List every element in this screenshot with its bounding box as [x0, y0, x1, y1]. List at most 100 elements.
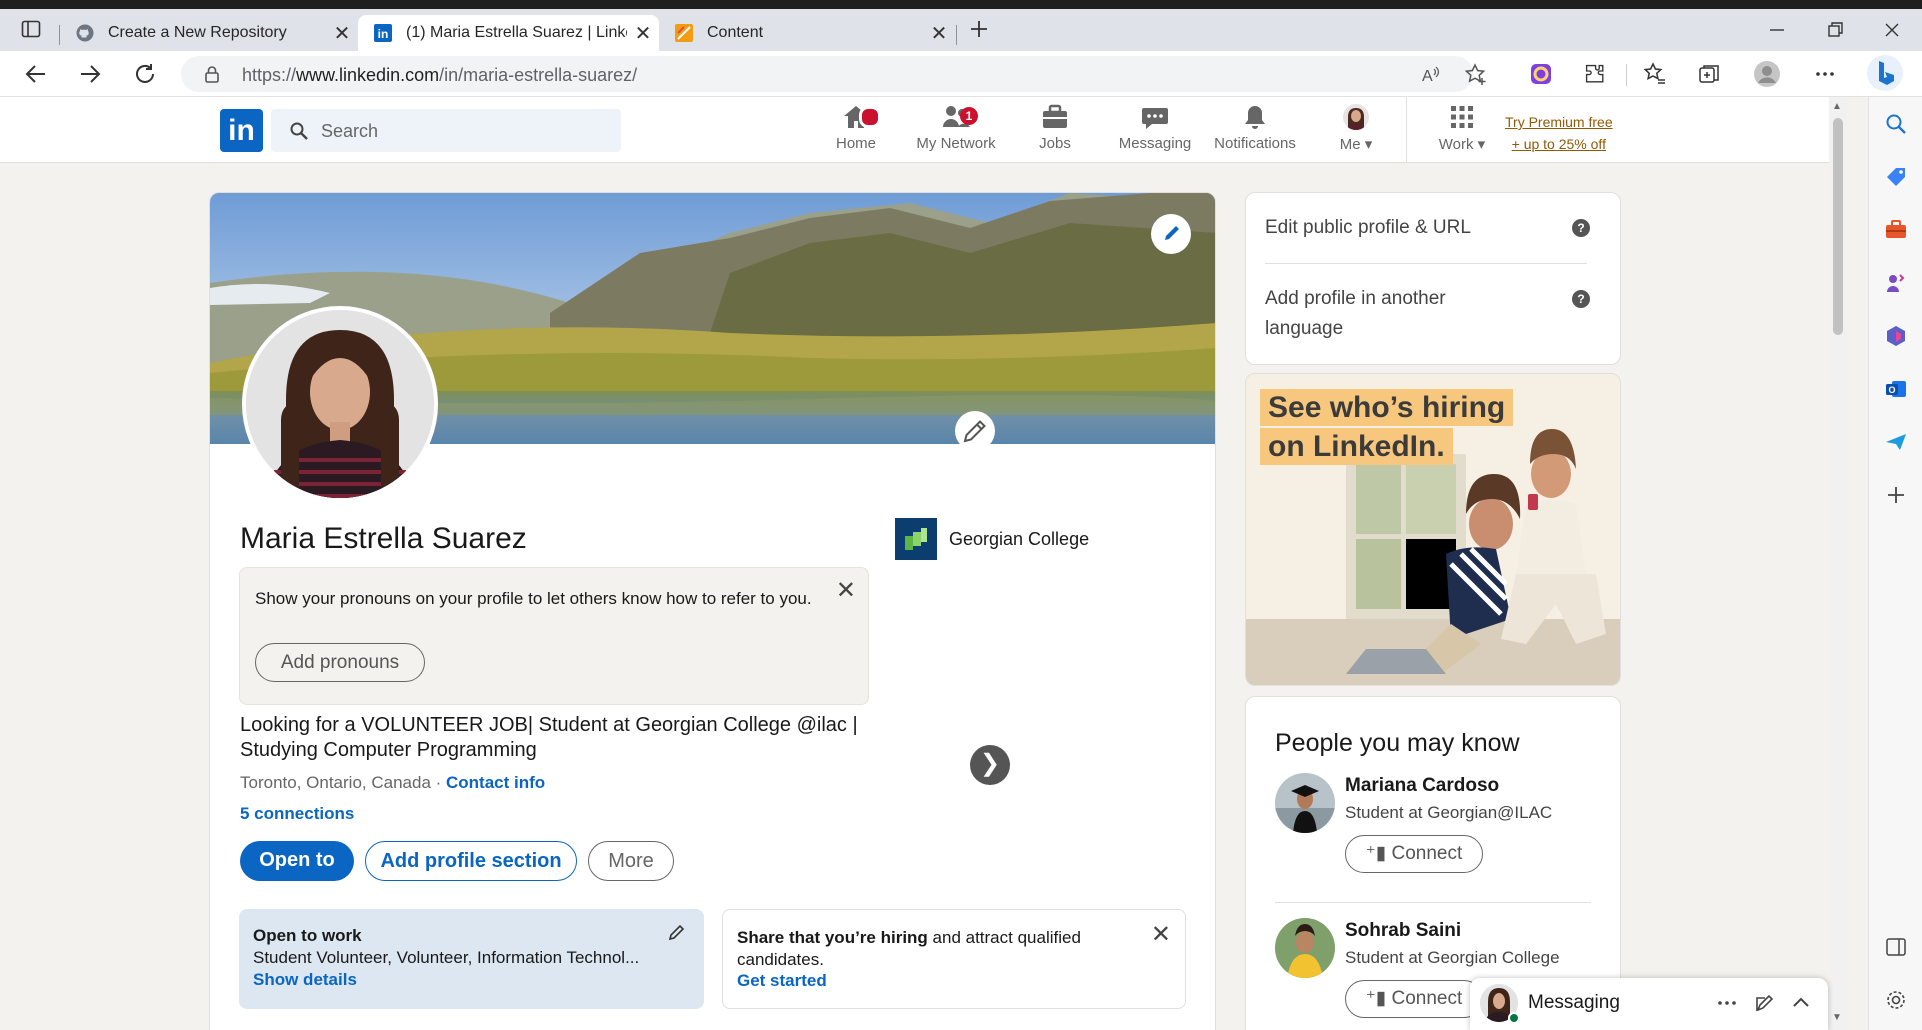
- send-icon[interactable]: [1884, 430, 1908, 454]
- add-person-icon: ⁺▮: [1365, 843, 1387, 864]
- chevron-up-icon[interactable]: [1790, 992, 1812, 1014]
- scroll-up-icon[interactable]: ▲: [1832, 101, 1842, 112]
- try-premium-link[interactable]: Try Premium free + up to 25% off: [1505, 111, 1613, 155]
- connect-label: Connect: [1391, 988, 1463, 1009]
- more-button[interactable]: More: [588, 841, 674, 881]
- nav-my-network[interactable]: 1 My Network: [910, 103, 1002, 163]
- search-icon[interactable]: [1884, 112, 1908, 136]
- nav-divider: [1406, 97, 1407, 163]
- nav-my-network-label: My Network: [916, 135, 996, 152]
- extensions-icon[interactable]: [1583, 62, 1607, 86]
- college-logo-icon: [895, 518, 937, 560]
- settings-icon[interactable]: [1884, 988, 1908, 1012]
- jobs-icon: [1043, 104, 1067, 128]
- help-icon[interactable]: ?: [1572, 219, 1590, 237]
- pencil-icon[interactable]: [666, 921, 688, 943]
- profile-settings-card: Edit public profile & URL ? Add profile …: [1245, 192, 1621, 365]
- dismiss-pronouns-icon[interactable]: ✕: [836, 576, 856, 605]
- profile-icon[interactable]: [1753, 60, 1781, 88]
- more-options-icon[interactable]: [1813, 62, 1837, 86]
- search-placeholder: Search: [321, 121, 379, 141]
- tab-actions-icon[interactable]: [21, 19, 41, 39]
- ad-banner[interactable]: See who’s hiring on LinkedIn.: [1245, 373, 1621, 686]
- open-to-button[interactable]: Open to: [240, 841, 354, 881]
- url-field[interactable]: https://www.linkedin.com/in/maria-estrel…: [181, 56, 1486, 92]
- sidebar-toggle-icon[interactable]: [1884, 935, 1908, 959]
- svg-text:A: A: [1422, 68, 1433, 85]
- nav-work[interactable]: Work ▾: [1430, 103, 1494, 163]
- url-text: https://www.linkedin.com/in/maria-estrel…: [242, 65, 638, 85]
- edit-banner-button[interactable]: [1151, 214, 1191, 254]
- open-to-work-title: Open to work: [253, 926, 362, 945]
- read-aloud-icon[interactable]: A: [1420, 64, 1442, 86]
- nav-messaging[interactable]: Messaging: [1114, 103, 1196, 163]
- profile-avatar[interactable]: [242, 306, 438, 502]
- contact-info-link[interactable]: Contact info: [446, 773, 545, 792]
- minimize-icon[interactable]: [1765, 18, 1789, 42]
- more-options-icon[interactable]: [1716, 992, 1738, 1014]
- home-badge: [859, 106, 881, 128]
- outlook-icon[interactable]: O: [1884, 377, 1908, 401]
- add-favorite-icon[interactable]: [1464, 63, 1488, 87]
- nav-home[interactable]: Home: [822, 103, 890, 163]
- messaging-icon: [1142, 108, 1168, 129]
- profile-card: Maria Estrella Suarez Show your pronouns…: [209, 192, 1216, 1030]
- get-started-link[interactable]: Get started: [737, 971, 827, 991]
- person-avatar[interactable]: [1275, 773, 1335, 833]
- close-tab-icon[interactable]: ✕: [627, 21, 659, 46]
- forward-icon[interactable]: [77, 61, 103, 87]
- help-icon[interactable]: ?: [1572, 290, 1590, 308]
- tab-content[interactable]: Content ✕: [659, 15, 955, 51]
- microsoft-365-icon[interactable]: [1884, 324, 1908, 348]
- compose-icon[interactable]: [1754, 992, 1776, 1014]
- scrollbar-thumb[interactable]: [1833, 118, 1843, 335]
- nav-jobs[interactable]: Jobs: [1022, 103, 1088, 163]
- edit-intro-button[interactable]: [955, 411, 995, 451]
- refresh-icon[interactable]: [132, 61, 158, 87]
- games-icon[interactable]: [1884, 271, 1908, 295]
- person-name[interactable]: Sohrab Saini: [1345, 920, 1461, 942]
- college-name: Georgian College: [949, 528, 1090, 549]
- tab-linkedin[interactable]: in (1) Maria Estrella Suarez | LinkedIn …: [358, 15, 659, 51]
- my-network-badge: 1: [960, 107, 978, 125]
- tab-github[interactable]: Create a New Repository ✕: [60, 15, 358, 51]
- close-window-icon[interactable]: [1880, 18, 1904, 42]
- close-tab-icon[interactable]: ✕: [326, 21, 358, 46]
- messaging-overlay[interactable]: Messaging: [1470, 978, 1828, 1030]
- hiring-text: Share that you’re hiring and attract qua…: [737, 928, 1081, 969]
- shopping-tag-icon[interactable]: [1884, 165, 1908, 189]
- show-details-link[interactable]: Show details: [253, 970, 357, 990]
- add-pronouns-button[interactable]: Add pronouns: [255, 643, 425, 682]
- nav-me[interactable]: Me ▾: [1330, 103, 1382, 163]
- extension-color-icon[interactable]: [1529, 62, 1553, 86]
- tools-briefcase-icon[interactable]: [1884, 218, 1908, 242]
- nav-notifications[interactable]: Notifications: [1210, 103, 1300, 163]
- close-tab-icon[interactable]: ✕: [923, 21, 955, 46]
- person-name[interactable]: Mariana Cardoso: [1345, 775, 1499, 797]
- connect-button[interactable]: ⁺▮ Connect: [1345, 980, 1483, 1018]
- back-icon[interactable]: [23, 61, 49, 87]
- tab-title: Content: [707, 24, 764, 41]
- lock-icon[interactable]: [203, 65, 221, 83]
- edit-public-profile-link[interactable]: Edit public profile & URL: [1265, 213, 1471, 243]
- new-tab-icon[interactable]: [968, 18, 990, 40]
- search-input[interactable]: Search: [271, 109, 621, 152]
- pronouns-prompt: Show your pronouns on your profile to le…: [239, 567, 869, 705]
- restore-icon[interactable]: [1823, 18, 1847, 42]
- bing-copilot-icon[interactable]: [1865, 53, 1905, 93]
- connections-link[interactable]: 5 connections: [240, 804, 354, 824]
- add-profile-section-button[interactable]: Add profile section: [365, 841, 577, 881]
- linkedin-logo[interactable]: in: [220, 109, 263, 152]
- linkedin-nav: in Search Home 1 My Network Jobs Messagi…: [0, 97, 1829, 163]
- connect-button[interactable]: ⁺▮ Connect: [1345, 835, 1483, 873]
- dismiss-hiring-icon[interactable]: ✕: [1151, 920, 1171, 949]
- education-link[interactable]: Georgian College: [895, 518, 1089, 560]
- add-icon[interactable]: [1884, 483, 1908, 507]
- person-avatar[interactable]: [1275, 918, 1335, 978]
- scroll-down-icon[interactable]: ▼: [1832, 1012, 1842, 1023]
- favorites-icon[interactable]: [1643, 62, 1667, 86]
- window-top-border: [0, 0, 1922, 9]
- collections-icon[interactable]: [1698, 62, 1722, 86]
- next-card-button[interactable]: ❯: [970, 745, 1010, 785]
- add-language-profile-link[interactable]: Add profile in another language: [1265, 284, 1525, 344]
